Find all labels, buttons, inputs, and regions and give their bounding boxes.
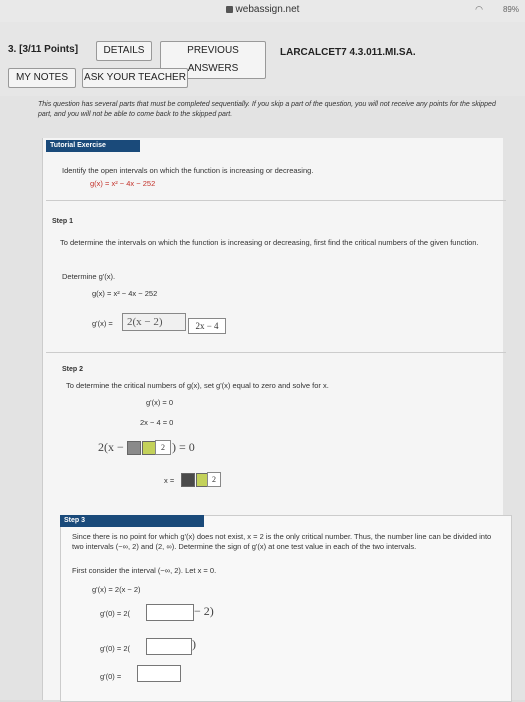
tutorial-heading: Tutorial Exercise bbox=[46, 140, 140, 152]
step3-interval: First consider the interval (−∞, 2). Let… bbox=[72, 566, 217, 575]
question-number: 3. [3/11 Points] bbox=[8, 44, 79, 55]
step3-label: Step 3 bbox=[60, 515, 204, 527]
answer-value: 2 bbox=[155, 440, 171, 455]
step3-text: Since there is no point for which g'(x) … bbox=[72, 532, 492, 551]
gprime-answer-field[interactable]: 2(x − 2) bbox=[122, 313, 186, 331]
step1-text: To determine the intervals on which the … bbox=[60, 238, 479, 247]
tutorial-prompt: Identify the open intervals on which the… bbox=[62, 166, 314, 175]
step3-line3-lhs: g'(0) = 2( bbox=[100, 644, 130, 653]
gprime-hint-box: 2x − 4 bbox=[188, 318, 226, 334]
url-display[interactable]: webassign.net bbox=[0, 4, 525, 15]
step3-line1: g'(x) = 2(x − 2) bbox=[92, 585, 141, 594]
factor-rhs: ) = 0 bbox=[172, 440, 195, 454]
step3-line3-rhs: ) bbox=[192, 637, 196, 651]
battery-indicator: 89% bbox=[502, 5, 519, 14]
step1-determine: Determine g'(x). bbox=[62, 272, 116, 281]
my-notes-button[interactable]: MY NOTES bbox=[8, 68, 76, 88]
intro-text: This question has several parts that mus… bbox=[38, 101, 496, 118]
divider bbox=[46, 352, 506, 353]
gprime-label: g'(x) = bbox=[92, 319, 113, 328]
step3-line4-lhs: g'(0) = bbox=[100, 672, 122, 681]
factor-lhs: 2(x − bbox=[98, 440, 124, 454]
details-button[interactable]: DETAILS bbox=[96, 41, 152, 61]
answer-tile[interactable] bbox=[127, 441, 141, 455]
x-equals-label: x = bbox=[164, 476, 175, 485]
step2-text: To determine the critical numbers of g(x… bbox=[66, 381, 329, 390]
test-value-field[interactable] bbox=[146, 604, 194, 621]
ask-teacher-button[interactable]: ASK YOUR TEACHER bbox=[82, 68, 188, 88]
answer-tile-correct[interactable] bbox=[142, 441, 156, 455]
step2-eq1: g'(x) = 0 bbox=[146, 398, 174, 407]
divider bbox=[46, 200, 506, 201]
x-answer-tile[interactable] bbox=[181, 473, 195, 487]
x-answer-value: 2 bbox=[207, 472, 221, 487]
step1-label: Step 1 bbox=[52, 218, 74, 225]
question-code: LARCALCET7 4.3.011.MI.SA. bbox=[280, 47, 416, 58]
browser-status-bar: webassign.net ◠ 89% bbox=[0, 0, 525, 22]
step3-line2-lhs: g'(0) = 2( bbox=[100, 609, 130, 618]
wifi-icon: ◠ bbox=[475, 4, 483, 14]
step3-line2-rhs: − 2) bbox=[194, 604, 214, 618]
tutorial-function: g(x) = x² − 4x − 252 bbox=[90, 179, 156, 188]
step1-g: g(x) = x² − 4x − 252 bbox=[92, 289, 158, 298]
lock-icon bbox=[225, 5, 233, 13]
simplified-value-field[interactable] bbox=[146, 638, 192, 655]
step2-label: Step 2 bbox=[62, 366, 84, 373]
gprime-zero-field[interactable] bbox=[137, 665, 181, 682]
step2-eq2: 2x − 4 = 0 bbox=[140, 418, 174, 427]
